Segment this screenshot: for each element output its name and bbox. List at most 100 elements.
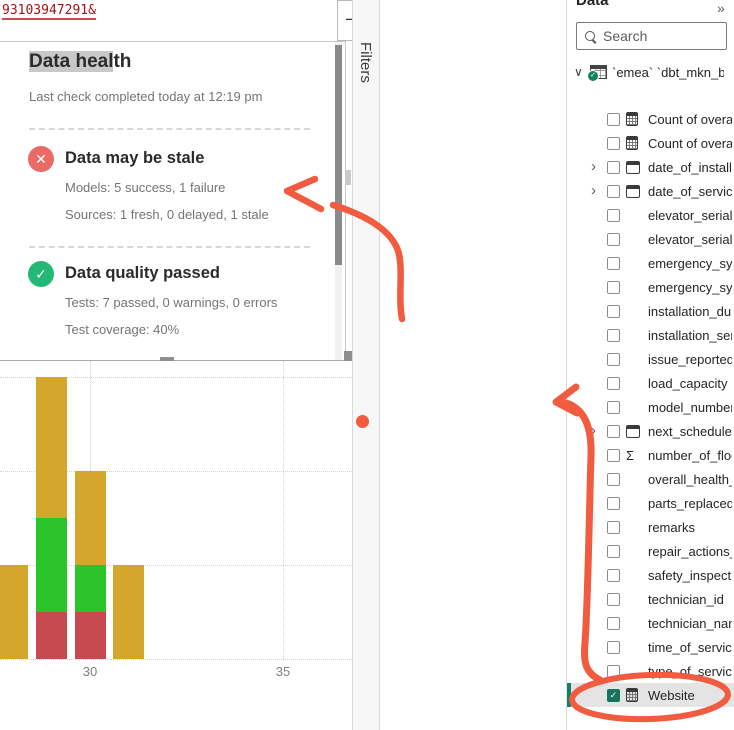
- filters-pane-collapsed[interactable]: [352, 0, 380, 730]
- field-label: Count of overal..: [648, 112, 732, 127]
- filters-pane-label[interactable]: Filters: [357, 42, 374, 83]
- field-row[interactable]: › next_scheduled..: [566, 419, 734, 443]
- data-health-tooltip-card: Data health Last check completed today a…: [0, 41, 346, 361]
- field-checkbox[interactable]: [607, 377, 620, 390]
- field-row[interactable]: Σnumber_of_floo..: [566, 443, 734, 467]
- expand-chevron-icon[interactable]: ›: [591, 426, 596, 436]
- field-row[interactable]: Count of overal..: [566, 131, 734, 155]
- stacked-histogram-visual[interactable]: 3035: [0, 361, 352, 730]
- field-label: parts_replaced: [648, 496, 732, 511]
- field-row[interactable]: model_number: [566, 395, 734, 419]
- field-checkbox[interactable]: [607, 641, 620, 654]
- field-row[interactable]: Count of overal..: [566, 107, 734, 131]
- field-row[interactable]: › date_of_service: [566, 179, 734, 203]
- collapse-pane-icon[interactable]: »: [717, 0, 725, 16]
- bar-segment-green[interactable]: [75, 565, 106, 612]
- field-checkbox[interactable]: [607, 593, 620, 606]
- field-row[interactable]: parts_replaced: [566, 491, 734, 515]
- field-row[interactable]: technician_id: [566, 587, 734, 611]
- bar-segment-red[interactable]: [75, 612, 106, 659]
- card-scrollbar-thumb[interactable]: [335, 45, 342, 265]
- card-divider: [29, 128, 310, 130]
- field-checkbox[interactable]: [607, 209, 620, 222]
- field-checkbox[interactable]: [607, 305, 620, 318]
- field-label: date_of_service: [648, 184, 732, 199]
- field-row[interactable]: issue_reported: [566, 347, 734, 371]
- quality-status-title: Data quality passed: [65, 264, 220, 283]
- field-row[interactable]: › date_of_installa..: [566, 155, 734, 179]
- field-checkbox[interactable]: [607, 569, 620, 582]
- field-label: next_scheduled..: [648, 424, 732, 439]
- field-checkbox[interactable]: [607, 161, 620, 174]
- field-checkbox[interactable]: [607, 521, 620, 534]
- search-input[interactable]: Search: [576, 22, 727, 50]
- field-row[interactable]: installation_dur..: [566, 299, 734, 323]
- field-checkbox[interactable]: [607, 353, 620, 366]
- x-axis-tick-label: 30: [70, 664, 110, 679]
- field-checkbox[interactable]: [607, 329, 620, 342]
- table-name: `emea` `dbt_mkn_bron...: [612, 65, 724, 80]
- field-row[interactable]: installation_serv..: [566, 323, 734, 347]
- measure-icon: [626, 112, 638, 126]
- field-checkbox[interactable]: [607, 617, 620, 630]
- field-checkbox[interactable]: [607, 665, 620, 678]
- field-checkbox[interactable]: [607, 401, 620, 414]
- table-tree-root[interactable]: ∨ ✓ `emea` `dbt_mkn_bron...: [574, 60, 732, 84]
- field-checkbox[interactable]: [607, 449, 620, 462]
- field-row[interactable]: emergency_syst..: [566, 275, 734, 299]
- field-checkbox[interactable]: [607, 473, 620, 486]
- field-label: type_of_service: [648, 664, 732, 679]
- card-title-rest: th: [113, 51, 131, 72]
- field-row[interactable]: remarks: [566, 515, 734, 539]
- field-row[interactable]: time_of_service: [566, 635, 734, 659]
- field-checkbox[interactable]: [607, 137, 620, 150]
- field-checkbox[interactable]: [607, 185, 620, 198]
- field-row[interactable]: overall_health_c..: [566, 467, 734, 491]
- field-row[interactable]: load_capacity: [566, 371, 734, 395]
- field-list: Count of overal.. Count of overal.. › date_…: [566, 107, 734, 707]
- red-dot-annotation: [356, 415, 369, 428]
- field-checkbox[interactable]: ✓: [607, 689, 620, 702]
- bar-segment-gold[interactable]: [0, 565, 28, 659]
- field-row[interactable]: technician_name: [566, 611, 734, 635]
- field-row[interactable]: elevator_serial_..: [566, 203, 734, 227]
- visualizations-pane: Visualizations » Build visual 123RPy◇≫ .…: [380, 0, 566, 730]
- card-title-highlight: Data heal: [29, 51, 113, 72]
- field-checkbox[interactable]: [607, 281, 620, 294]
- field-label: overall_health_c..: [648, 472, 732, 487]
- field-label: safety_inspectio..: [648, 568, 732, 583]
- models-status-line: Models: 5 success, 1 failure: [65, 180, 225, 195]
- expand-chevron-icon[interactable]: ›: [591, 162, 596, 172]
- bar-segment-gold[interactable]: [36, 377, 67, 518]
- field-label: date_of_installa..: [648, 160, 732, 175]
- field-label: emergency_syst..: [648, 280, 732, 295]
- bar-segment-gold[interactable]: [75, 471, 106, 565]
- field-label: number_of_floo..: [648, 448, 732, 463]
- date-field-icon: [626, 161, 640, 174]
- search-icon: [585, 31, 596, 42]
- measure-icon: [626, 688, 638, 702]
- bar-segment-red[interactable]: [36, 612, 67, 659]
- field-row[interactable]: elevator_serial_..: [566, 227, 734, 251]
- canvas-scrollbar-thumb[interactable]: [346, 170, 351, 185]
- bar-segment-gold[interactable]: [113, 565, 144, 659]
- field-checkbox[interactable]: [607, 545, 620, 558]
- field-checkbox[interactable]: [607, 425, 620, 438]
- field-row[interactable]: safety_inspectio..: [566, 563, 734, 587]
- field-row[interactable]: ✓Website: [566, 683, 734, 707]
- field-checkbox[interactable]: [607, 113, 620, 126]
- expand-chevron-icon[interactable]: ›: [591, 186, 596, 196]
- field-label: emergency_syst..: [648, 256, 732, 271]
- field-checkbox[interactable]: [607, 233, 620, 246]
- tests-status-line: Tests: 7 passed, 0 warnings, 0 errors: [65, 295, 277, 310]
- field-label: Count of overal..: [648, 136, 732, 151]
- field-checkbox[interactable]: [607, 497, 620, 510]
- field-row[interactable]: type_of_service: [566, 659, 734, 683]
- bar-segment-green[interactable]: [36, 518, 67, 612]
- field-checkbox[interactable]: [607, 257, 620, 270]
- field-row[interactable]: repair_actions_t..: [566, 539, 734, 563]
- table-icon: ✓: [590, 65, 607, 79]
- field-row[interactable]: emergency_syst..: [566, 251, 734, 275]
- field-label: elevator_serial_..: [648, 208, 732, 223]
- measure-icon: [626, 136, 638, 150]
